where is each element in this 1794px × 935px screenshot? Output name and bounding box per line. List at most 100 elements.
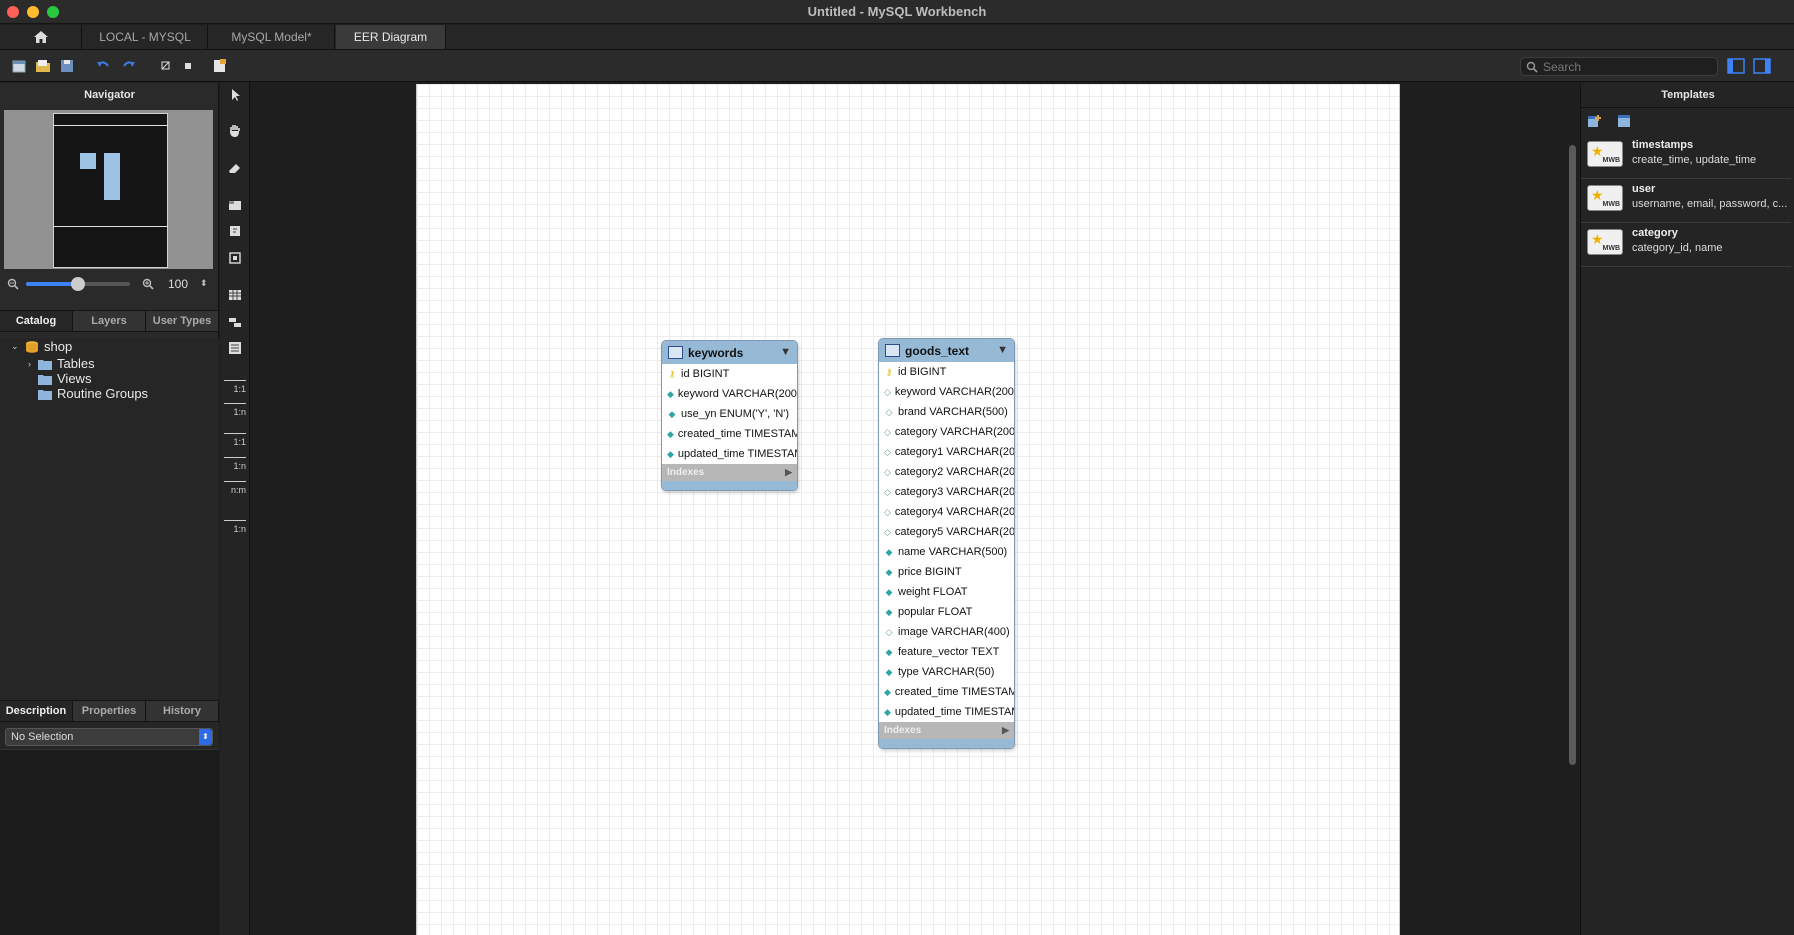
table-column[interactable]: ◆ created_time TIMESTAMP — [879, 682, 1014, 702]
toggle-grid-icon[interactable] — [158, 58, 174, 74]
column-label: use_yn ENUM('Y', 'N') — [681, 408, 790, 420]
relationship-1-1-identifying-tool[interactable]: 1:1 — [224, 433, 246, 447]
add-template-icon[interactable] — [1586, 113, 1602, 129]
table-tool-icon[interactable] — [227, 288, 243, 302]
diagram-page[interactable]: keywords ▼ ⚷ id BIGINT ◆ keyword VARCHAR(20… — [416, 84, 1400, 935]
diagram-canvas-area[interactable]: keywords ▼ ⚷ id BIGINT ◆ keyword VARCHAR(20… — [250, 83, 1575, 935]
diagram-tool-strip: 1:1 1:n 1:1 1:n n:m 1:n — [220, 83, 250, 935]
tab-eer-diagram[interactable]: EER Diagram — [336, 25, 446, 49]
tab-history[interactable]: History — [146, 701, 219, 721]
new-document-icon[interactable] — [11, 58, 27, 74]
tab-user-types[interactable]: User Types — [146, 311, 219, 331]
layer-tool-icon[interactable] — [227, 198, 243, 212]
redo-icon[interactable] — [121, 58, 137, 74]
table-column[interactable]: ◆ use_yn ENUM('Y', 'N') — [662, 404, 797, 424]
toggle-right-sidebar-icon[interactable] — [1753, 57, 1771, 75]
eraser-tool-icon[interactable] — [227, 161, 243, 175]
table-column[interactable]: ◆ created_time TIMESTAMP — [662, 424, 797, 444]
tab-local-mysql[interactable]: LOCAL - MYSQL — [83, 25, 208, 49]
template-item-category[interactable]: ★ MWB category category_id, name — [1581, 219, 1791, 267]
search-field[interactable] — [1520, 57, 1718, 76]
align-to-grid-icon[interactable] — [180, 58, 196, 74]
hand-tool-icon[interactable] — [227, 124, 243, 138]
table-column[interactable]: ◇ category VARCHAR(2000) — [879, 422, 1014, 442]
table-column[interactable]: ◇ category2 VARCHAR(200) — [879, 462, 1014, 482]
collapse-triangle-icon[interactable]: ▼ — [997, 344, 1008, 356]
column-list: ⚷ id BIGINT ◆ keyword VARCHAR(200) ◆ use_yn E… — [662, 364, 797, 464]
column-label: brand VARCHAR(500) — [898, 406, 1008, 418]
indexes-bar[interactable]: Indexes ▶ — [662, 464, 797, 481]
table-column[interactable]: ◆ weight FLOAT — [879, 582, 1014, 602]
template-item-timestamps[interactable]: ★ MWB timestamps create_time, update_time — [1581, 131, 1791, 179]
table-column[interactable]: ◇ category3 VARCHAR(200) — [879, 482, 1014, 502]
column-label: updated_time TIMESTAMP — [894, 706, 1015, 718]
star-icon: ★ — [1591, 187, 1604, 203]
template-item-user[interactable]: ★ MWB user username, email, password, c... — [1581, 175, 1791, 223]
toggle-left-sidebar-icon[interactable] — [1727, 57, 1745, 75]
tree-item-shop[interactable]: ⌄ shop — [11, 338, 72, 355]
table-column[interactable]: ◆ keyword VARCHAR(200) — [662, 384, 797, 404]
description-selector[interactable]: No Selection ⬍ — [5, 728, 213, 746]
tab-description[interactable]: Description — [0, 701, 73, 721]
expand-right-icon[interactable]: › — [28, 359, 38, 369]
table-column[interactable]: ◆ popular FLOAT — [879, 602, 1014, 622]
open-folder-icon[interactable] — [35, 58, 51, 74]
table-column[interactable]: ◆ name VARCHAR(500) — [879, 542, 1014, 562]
table-column[interactable]: ⚷ id BIGINT — [662, 364, 797, 384]
table-column[interactable]: ◇ category4 VARCHAR(200) — [879, 502, 1014, 522]
view-tool-icon[interactable] — [227, 315, 243, 329]
description-body[interactable] — [0, 749, 219, 935]
zoom-out-icon[interactable] — [7, 278, 19, 290]
table-header[interactable]: keywords ▼ — [662, 341, 797, 364]
table-column[interactable]: ◇ brand VARCHAR(500) — [879, 402, 1014, 422]
undo-icon[interactable] — [95, 58, 111, 74]
table-column[interactable]: ◇ category1 VARCHAR(200) — [879, 442, 1014, 462]
home-tab[interactable] — [0, 25, 82, 49]
tab-mysql-model[interactable]: MySQL Model* — [209, 25, 335, 49]
table-column[interactable]: ⚷ id BIGINT — [879, 362, 1014, 382]
zoom-stepper-icon[interactable]: ⬍ — [200, 278, 208, 289]
tree-item-routine-groups[interactable]: Routine Groups — [38, 385, 148, 402]
relationship-existing-columns-tool[interactable]: 1:n — [224, 520, 246, 534]
table-header[interactable]: goods_text ▼ — [879, 339, 1014, 362]
table-keywords[interactable]: keywords ▼ ⚷ id BIGINT ◆ keyword VARCHAR(20… — [661, 340, 798, 491]
expand-right-icon[interactable]: ▶ — [1002, 725, 1009, 736]
table-column[interactable]: ◇ category5 VARCHAR(200) — [879, 522, 1014, 542]
image-tool-icon[interactable] — [227, 251, 243, 265]
table-column[interactable]: ◇ keyword VARCHAR(200) — [879, 382, 1014, 402]
indexes-bar[interactable]: Indexes ▶ — [879, 722, 1014, 739]
export-icon[interactable] — [212, 58, 228, 74]
template-name: timestamps — [1632, 139, 1694, 151]
relationship-n-m-tool[interactable]: n:m — [224, 481, 246, 495]
table-column[interactable]: ◆ feature_vector TEXT — [879, 642, 1014, 662]
table-goods-text[interactable]: goods_text ▼ ⚷ id BIGINT ◇ keyword VARCHAR(… — [878, 338, 1015, 749]
table-column[interactable]: ◆ price BIGINT — [879, 562, 1014, 582]
zoom-slider[interactable] — [26, 277, 130, 291]
vertical-scrollbar[interactable] — [1569, 145, 1576, 765]
table-column[interactable]: ◆ type VARCHAR(50) — [879, 662, 1014, 682]
expand-down-icon[interactable]: ⌄ — [11, 341, 25, 352]
relationship-1-n-tool[interactable]: 1:n — [224, 403, 246, 417]
table-column[interactable]: ◆ updated_time TIMESTAMP — [662, 444, 797, 464]
pointer-tool-icon[interactable] — [227, 88, 243, 102]
routine-group-tool-icon[interactable] — [227, 341, 243, 355]
zoom-in-icon[interactable] — [142, 278, 154, 290]
table-column[interactable]: ◆ updated_time TIMESTAMP — [879, 702, 1014, 722]
note-tool-icon[interactable] — [227, 224, 243, 238]
tab-properties[interactable]: Properties — [73, 701, 146, 721]
relationship-1-n-identifying-tool[interactable]: 1:n — [224, 457, 246, 471]
relationship-1-1-tool[interactable]: 1:1 — [224, 380, 246, 394]
save-icon[interactable] — [59, 58, 75, 74]
navigator-minimap[interactable] — [4, 110, 213, 269]
tab-layers[interactable]: Layers — [73, 311, 146, 331]
table-column[interactable]: ◇ image VARCHAR(400) — [879, 622, 1014, 642]
zoom-value[interactable]: 100 — [168, 277, 188, 291]
template-folder-icon[interactable] — [1616, 113, 1632, 129]
tab-catalog[interactable]: Catalog — [0, 311, 73, 331]
zoom-slider-handle[interactable] — [71, 277, 85, 291]
collapse-triangle-icon[interactable]: ▼ — [780, 346, 791, 358]
search-input[interactable] — [1543, 59, 1713, 74]
column-label: created_time TIMESTAMP — [677, 428, 798, 440]
expand-right-icon[interactable]: ▶ — [785, 467, 792, 478]
toolbar — [0, 50, 1794, 82]
